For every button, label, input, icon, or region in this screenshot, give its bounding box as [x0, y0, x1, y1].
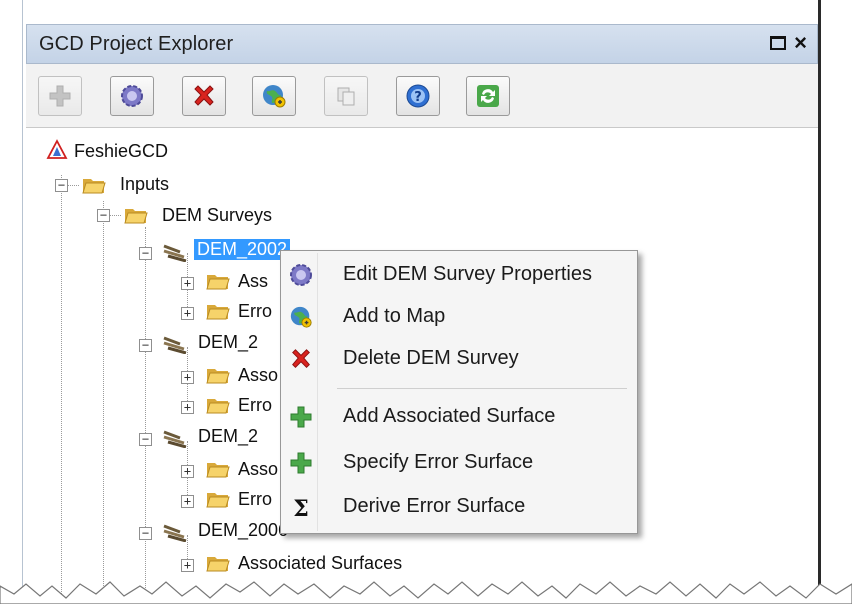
- associated-surfaces-label[interactable]: Associated Surfaces: [238, 553, 402, 574]
- delete-icon: [292, 349, 310, 368]
- associated-surfaces-label[interactable]: Ass: [238, 271, 268, 292]
- associated-surfaces-label[interactable]: Asso: [238, 365, 278, 386]
- panel-right-border: [818, 0, 821, 604]
- expand-toggle[interactable]: +: [181, 495, 194, 508]
- menu-item-derive-error-surface[interactable]: Σ Derive Error Surface: [283, 485, 635, 527]
- associated-surfaces-label[interactable]: Asso: [238, 459, 278, 480]
- menu-item-add-associated-surface[interactable]: Add Associated Surface: [283, 395, 635, 437]
- error-surfaces-label[interactable]: Erro: [238, 489, 272, 510]
- menu-item-label: Derive Error Surface: [343, 494, 526, 517]
- menu-item-add-to-map[interactable]: Add to Map: [283, 295, 635, 337]
- folder-icon: [206, 369, 230, 384]
- error-surfaces-label[interactable]: Erro: [238, 395, 272, 416]
- context-menu: Edit DEM Survey Properties Add to Map De…: [280, 250, 638, 534]
- dem-survey-icon: [163, 430, 187, 448]
- add-icon: [49, 85, 71, 107]
- close-icon[interactable]: ×: [794, 32, 807, 54]
- collapse-toggle[interactable]: −: [139, 247, 152, 260]
- expand-toggle[interactable]: +: [181, 559, 194, 572]
- refresh-icon: [477, 85, 499, 107]
- svg-text:Σ: Σ: [293, 496, 309, 519]
- expand-toggle[interactable]: +: [181, 277, 194, 290]
- expand-toggle[interactable]: +: [181, 401, 194, 414]
- dem-survey-label[interactable]: DEM_2: [198, 332, 258, 353]
- folder-icon: [206, 463, 230, 478]
- add-to-map-button[interactable]: [252, 76, 296, 116]
- menu-item-label: Specify Error Surface: [343, 450, 534, 473]
- torn-edge: [0, 581, 852, 604]
- collapse-toggle[interactable]: −: [139, 433, 152, 446]
- menu-item-specify-error-surface[interactable]: Specify Error Surface: [283, 441, 635, 483]
- menu-item-label: Add to Map: [343, 304, 446, 327]
- help-button[interactable]: ?: [396, 76, 440, 116]
- tree-root-label[interactable]: FeshieGCD: [74, 141, 168, 162]
- delete-icon: [194, 85, 214, 106]
- collapse-toggle[interactable]: −: [97, 209, 110, 222]
- folder-icon: [206, 493, 230, 508]
- panel-titlebar: GCD Project Explorer ×: [26, 24, 818, 64]
- refresh-button[interactable]: [466, 76, 510, 116]
- collapse-toggle[interactable]: −: [139, 527, 152, 540]
- menu-item-label: Add Associated Surface: [343, 404, 556, 427]
- tree-inputs-label[interactable]: Inputs: [120, 174, 169, 195]
- expand-toggle[interactable]: +: [181, 465, 194, 478]
- maximize-icon[interactable]: [770, 36, 787, 50]
- folder-open-icon: [82, 179, 106, 194]
- add-icon: [290, 406, 312, 428]
- delete-button[interactable]: [182, 76, 226, 116]
- tree-connector: [109, 215, 121, 216]
- error-surfaces-label[interactable]: Erro: [238, 301, 272, 322]
- add-icon: [290, 452, 312, 474]
- expand-toggle[interactable]: +: [181, 371, 194, 384]
- tree-connector: [67, 185, 79, 186]
- window-controls: ×: [770, 32, 807, 54]
- menu-item-label: Edit DEM Survey Properties: [343, 262, 592, 285]
- collapse-toggle[interactable]: −: [139, 339, 152, 352]
- add-to-map-icon: [263, 85, 286, 108]
- project-root-icon: [46, 139, 68, 159]
- tree-dem-surveys-label[interactable]: DEM Surveys: [162, 205, 272, 226]
- help-icon: ?: [406, 84, 430, 108]
- dem-survey-label[interactable]: DEM_2006: [198, 520, 288, 541]
- add-to-map-icon: [290, 306, 312, 328]
- dem-survey-label[interactable]: DEM_2002: [194, 239, 291, 260]
- folder-open-icon: [124, 209, 148, 224]
- tree-guide: [145, 227, 146, 537]
- copy-icon: [337, 87, 355, 106]
- collapse-toggle[interactable]: −: [55, 179, 68, 192]
- dem-survey-icon: [163, 336, 187, 354]
- properties-gear-icon: [121, 85, 143, 107]
- tree-guide: [61, 175, 62, 604]
- panel-title: GCD Project Explorer: [39, 32, 234, 55]
- properties-button[interactable]: [110, 76, 154, 116]
- dem-survey-icon: [163, 244, 187, 262]
- copy-button[interactable]: [324, 76, 368, 116]
- properties-gear-icon: [290, 264, 312, 286]
- expand-toggle[interactable]: +: [181, 307, 194, 320]
- dem-survey-icon: [163, 524, 187, 542]
- menu-item-edit-properties[interactable]: Edit DEM Survey Properties: [283, 253, 635, 295]
- folder-icon: [206, 275, 230, 290]
- dem-survey-label[interactable]: DEM_2: [198, 426, 258, 447]
- svg-text:?: ?: [414, 90, 422, 105]
- menu-separator: [337, 388, 627, 389]
- add-button[interactable]: [38, 76, 82, 116]
- tree-guide: [103, 201, 104, 604]
- folder-icon: [206, 399, 230, 414]
- menu-item-label: Delete DEM Survey: [343, 346, 519, 369]
- sigma-icon: Σ: [293, 496, 309, 519]
- toolbar: ?: [26, 64, 818, 128]
- folder-icon: [206, 557, 230, 572]
- folder-icon: [206, 305, 230, 320]
- menu-item-delete-dem-survey[interactable]: Delete DEM Survey: [283, 337, 635, 379]
